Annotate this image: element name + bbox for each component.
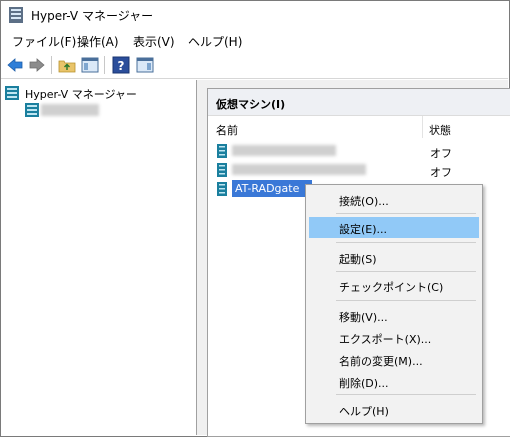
- title-bar: Hyper-V マネージャー: [1, 1, 508, 29]
- menu-help[interactable]: ヘルプ(H): [186, 33, 244, 50]
- vm-name-cell[interactable]: AT-RADgate: [232, 180, 312, 197]
- menu-separator: [336, 242, 476, 243]
- svg-text:?: ?: [118, 59, 125, 73]
- toolbar-separator: [104, 56, 105, 74]
- menu-bar: ファイル(F) 操作(A) 表示(V) ヘルプ(H): [1, 30, 508, 52]
- menu-item-settings[interactable]: 設定(E)...: [309, 217, 479, 238]
- menu-item-delete[interactable]: 削除(D)...: [309, 371, 479, 392]
- toolbar-separator: [51, 56, 52, 74]
- menu-item-rename[interactable]: 名前の変更(M)...: [309, 349, 479, 370]
- virtual-machine-icon: [217, 182, 227, 196]
- back-arrow-icon[interactable]: [6, 56, 24, 74]
- vm-state: オフ: [430, 166, 452, 179]
- menu-file[interactable]: ファイル(F): [10, 33, 78, 50]
- console-tree: Hyper-V マネージャー: [1, 80, 197, 435]
- redacted-vm-name: [232, 164, 366, 175]
- redacted-vm-name: [232, 145, 336, 156]
- redacted-server-name: [41, 104, 99, 116]
- folder-up-icon[interactable]: [58, 56, 76, 74]
- window-title: Hyper-V マネージャー: [31, 9, 154, 23]
- column-header-name[interactable]: ︿ 名前: [208, 116, 423, 138]
- action-pane-icon[interactable]: [136, 56, 154, 74]
- server-icon: [25, 103, 39, 117]
- menu-action[interactable]: 操作(A): [75, 33, 121, 50]
- help-icon[interactable]: ?: [112, 56, 130, 74]
- forward-arrow-icon[interactable]: [28, 56, 46, 74]
- hyperv-manager-icon: [5, 86, 19, 100]
- tree-root-label: Hyper-V マネージャー: [25, 88, 137, 101]
- menu-item-move[interactable]: 移動(V)...: [309, 305, 479, 326]
- column-header-state[interactable]: 状態: [423, 116, 510, 138]
- context-menu: 接続(O)... 設定(E)... 起動(S) チェックポイント(C) 移動(V…: [305, 184, 483, 424]
- hyperv-app-icon: [9, 7, 23, 23]
- vm-name: AT-RADgate: [235, 182, 300, 195]
- menu-separator: [336, 300, 476, 301]
- vm-row[interactable]: オフ: [208, 141, 510, 161]
- virtual-machine-icon: [217, 144, 227, 158]
- menu-item-export[interactable]: エクスポート(X)...: [309, 327, 479, 348]
- virtual-machine-icon: [217, 163, 227, 177]
- menu-item-connect[interactable]: 接続(O)...: [309, 189, 479, 210]
- panel-title: 仮想マシン(I): [216, 98, 286, 111]
- toolbar: ?: [1, 52, 508, 79]
- vm-row[interactable]: オフ: [208, 160, 510, 180]
- menu-separator: [336, 213, 476, 214]
- menu-item-start[interactable]: 起動(S): [309, 247, 479, 268]
- menu-item-help[interactable]: ヘルプ(H): [309, 399, 479, 420]
- menu-item-checkpoint[interactable]: チェックポイント(C): [309, 275, 479, 296]
- panel-header: 仮想マシン(I): [208, 89, 510, 116]
- menu-separator: [336, 394, 476, 395]
- vm-state: オフ: [430, 147, 452, 160]
- menu-separator: [336, 271, 476, 272]
- menu-view[interactable]: 表示(V): [131, 33, 177, 50]
- show-hide-console-tree-icon[interactable]: [81, 56, 99, 74]
